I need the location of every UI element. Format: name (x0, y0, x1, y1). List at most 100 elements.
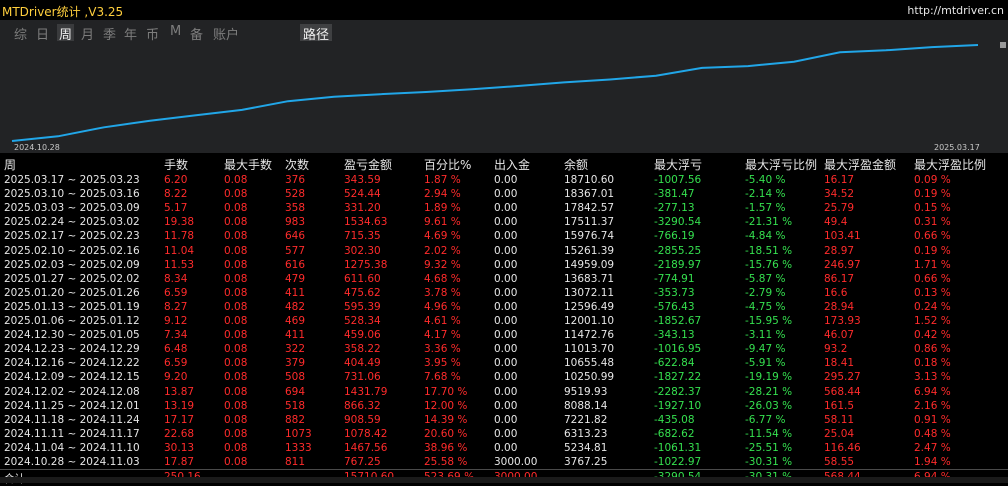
cell-max-float-profit-ratio: 0.19 % (914, 244, 951, 257)
cell-max-drawdown-ratio: -25.51 % (745, 441, 793, 454)
column-header-trades[interactable]: 次数 (285, 156, 309, 173)
table-row[interactable]: 2025.02.10 ~ 2025.02.16 11.04 0.08 577 302.3… (0, 244, 1008, 258)
equity-chart: 2024.10.28 2025.03.17 (0, 41, 1008, 153)
cell-percent: 4.17 % (424, 329, 461, 342)
column-header-pnl[interactable]: 盈亏金额 (344, 156, 392, 173)
cell-max-float-profit: 16.6 (824, 286, 848, 299)
cell-pnl: 715.35 (344, 230, 381, 243)
cell-deposit: 0.00 (494, 385, 518, 398)
cell-max-float-profit-ratio: 0.15 % (914, 202, 951, 215)
column-header-max-float-profit[interactable]: 最大浮盈金额 (824, 156, 896, 173)
cell-max-drawdown: -576.43 (654, 300, 695, 313)
cell-max-float-profit-ratio: 0.24 % (914, 300, 951, 313)
cell-week: 2025.03.03 ~ 2025.03.09 (4, 202, 140, 215)
cell-max-float-profit: 295.27 (824, 371, 861, 384)
cell-max-drawdown: -277.13 (654, 202, 695, 215)
column-header-max-drawdown[interactable]: 最大浮亏 (654, 156, 702, 173)
cell-week: 2024.12.23 ~ 2024.12.29 (4, 343, 140, 356)
cell-percent: 1.87 % (424, 174, 461, 186)
cell-trades: 577 (285, 244, 306, 257)
cell-max-drawdown: -682.62 (654, 427, 695, 440)
table-row[interactable]: 2025.02.03 ~ 2025.02.09 11.53 0.08 616 1275.… (0, 258, 1008, 272)
table-row[interactable]: 2024.11.04 ~ 2024.11.10 30.13 0.08 1333 1467… (0, 441, 1008, 455)
cell-deposit: 0.00 (494, 300, 518, 313)
table-row[interactable]: 2025.01.27 ~ 2025.02.02 8.34 0.08 479 611.60… (0, 272, 1008, 286)
cell-pnl: 731.06 (344, 371, 381, 384)
table-row[interactable]: 2024.12.16 ~ 2024.12.22 6.59 0.08 379 404.49… (0, 356, 1008, 370)
cell-max-drawdown: -622.84 (654, 357, 695, 370)
table-row[interactable]: 2025.02.24 ~ 2025.03.02 19.38 0.08 983 1534.… (0, 215, 1008, 229)
table-row[interactable]: 2025.03.17 ~ 2025.03.23 6.20 0.08 376 343.59… (0, 173, 1008, 187)
horizontal-scrollbar[interactable] (0, 477, 1008, 483)
cell-week: 2024.12.16 ~ 2024.12.22 (4, 357, 140, 370)
cell-max-drawdown-ratio: -18.51 % (745, 244, 793, 257)
resize-grip-icon[interactable] (1000, 42, 1006, 48)
table-row[interactable]: 2025.02.17 ~ 2025.02.23 11.78 0.08 646 715.3… (0, 229, 1008, 243)
column-header-deposit[interactable]: 出入金 (494, 156, 530, 173)
table-row[interactable]: 2025.03.10 ~ 2025.03.16 8.22 0.08 528 524.44… (0, 187, 1008, 201)
cell-balance: 12001.10 (564, 315, 615, 327)
table-row[interactable]: 2024.12.02 ~ 2024.12.08 13.87 0.08 694 1431.… (0, 385, 1008, 399)
cell-pnl: 528.34 (344, 315, 381, 327)
cell-balance: 8088.14 (564, 399, 608, 412)
cell-pnl: 866.32 (344, 399, 381, 412)
column-header-max-lots[interactable]: 最大手数 (224, 156, 272, 173)
cell-pnl: 595.39 (344, 300, 381, 313)
cell-lots: 8.22 (164, 188, 188, 201)
cell-max-drawdown-ratio: -5.40 % (745, 174, 786, 186)
cell-max-float-profit: 25.79 (824, 202, 855, 215)
cell-deposit: 0.00 (494, 343, 518, 356)
column-header-max-drawdown-ratio[interactable]: 最大浮亏比例 (745, 156, 817, 173)
cell-max-float-profit: 116.46 (824, 441, 861, 454)
cell-max-lots: 0.08 (224, 456, 248, 468)
cell-max-lots: 0.08 (224, 441, 248, 454)
cell-max-drawdown: -1007.56 (654, 174, 702, 186)
tab-magic[interactable]: M (170, 24, 181, 39)
cell-week: 2024.12.02 ~ 2024.12.08 (4, 385, 140, 398)
cell-max-float-profit-ratio: 0.42 % (914, 329, 951, 342)
column-header-percent[interactable]: 百分比% (424, 156, 471, 173)
cell-week: 2024.11.18 ~ 2024.11.24 (4, 413, 140, 426)
table-row[interactable]: 2024.10.28 ~ 2024.11.03 17.87 0.08 811 767.2… (0, 455, 1008, 469)
cell-balance: 9519.93 (564, 385, 608, 398)
period-tabs: 综 日 周 月 季 年 币 M 备 账户 路径 (0, 20, 1008, 43)
cell-max-drawdown-ratio: -4.75 % (745, 300, 786, 313)
cell-lots: 9.20 (164, 371, 188, 384)
cell-max-float-profit-ratio: 0.91 % (914, 413, 951, 426)
cell-max-lots: 0.08 (224, 286, 248, 299)
cell-week: 2024.10.28 ~ 2024.11.03 (4, 456, 140, 468)
cell-percent: 20.60 % (424, 427, 468, 440)
cell-max-drawdown-ratio: -3.11 % (745, 329, 786, 342)
website-link[interactable]: http://mtdriver.cn (907, 4, 1004, 17)
cell-trades: 508 (285, 371, 306, 384)
cell-max-lots: 0.08 (224, 258, 248, 271)
table-row[interactable]: 2024.12.23 ~ 2024.12.29 6.48 0.08 322 358.22… (0, 342, 1008, 356)
cell-max-drawdown-ratio: -2.79 % (745, 286, 786, 299)
column-header-week[interactable]: 周 (4, 156, 16, 173)
cell-max-drawdown: -1016.95 (654, 343, 702, 356)
column-header-max-float-profit-ratio[interactable]: 最大浮盈比例 (914, 156, 986, 173)
table-row[interactable]: 2025.01.13 ~ 2025.01.19 8.27 0.08 482 595.39… (0, 300, 1008, 314)
cell-pnl: 459.06 (344, 329, 381, 342)
table-row[interactable]: 2024.11.18 ~ 2024.11.24 17.17 0.08 882 908.5… (0, 413, 1008, 427)
cell-deposit: 0.00 (494, 329, 518, 342)
table-row[interactable]: 2024.12.30 ~ 2025.01.05 7.34 0.08 411 459.06… (0, 328, 1008, 342)
table-row[interactable]: 2025.01.06 ~ 2025.01.12 9.12 0.08 469 528.34… (0, 314, 1008, 328)
table-row[interactable]: 2025.03.03 ~ 2025.03.09 5.17 0.08 358 331.20… (0, 201, 1008, 215)
table-row[interactable]: 2024.11.25 ~ 2024.12.01 13.19 0.08 518 866.3… (0, 399, 1008, 413)
cell-max-drawdown: -2189.97 (654, 258, 702, 271)
cell-trades: 376 (285, 174, 306, 186)
table-row[interactable]: 2024.11.11 ~ 2024.11.17 22.68 0.08 1073 1078… (0, 427, 1008, 441)
cell-max-drawdown: -2855.25 (654, 244, 702, 257)
cell-max-drawdown-ratio: -2.14 % (745, 188, 786, 201)
column-header-balance[interactable]: 余额 (564, 156, 588, 173)
cell-trades: 379 (285, 357, 306, 370)
cell-max-float-profit: 161.5 (824, 399, 855, 412)
cell-balance: 10655.48 (564, 357, 615, 370)
cell-balance: 14959.09 (564, 258, 615, 271)
cell-max-float-profit-ratio: 0.19 % (914, 188, 951, 201)
column-header-lots[interactable]: 手数 (164, 156, 188, 173)
table-row[interactable]: 2024.12.09 ~ 2024.12.15 9.20 0.08 508 731.06… (0, 370, 1008, 384)
table-row[interactable]: 2025.01.20 ~ 2025.01.26 6.59 0.08 411 475.62… (0, 286, 1008, 300)
cell-max-drawdown-ratio: -6.77 % (745, 413, 786, 426)
